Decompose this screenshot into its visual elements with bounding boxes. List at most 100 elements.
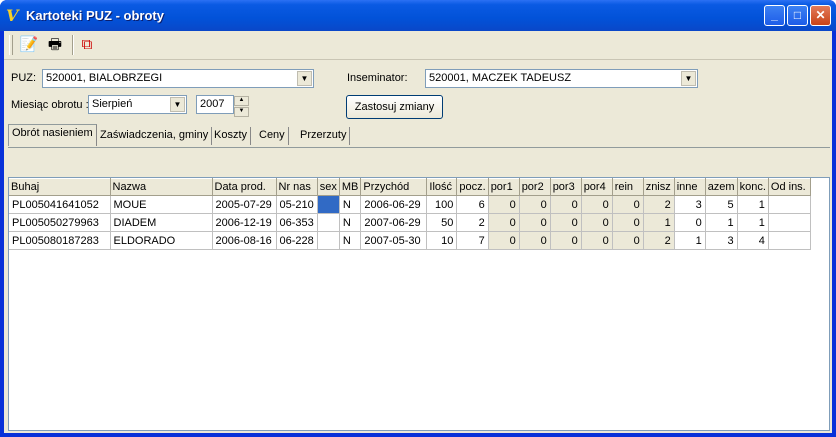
table-cell[interactable]: 0 (612, 195, 644, 214)
chevron-down-icon[interactable]: ▼ (170, 97, 185, 112)
chevron-down-icon[interactable]: ▼ (681, 71, 696, 86)
table-cell[interactable]: 0 (612, 231, 644, 250)
table-cell[interactable]: 0 (488, 231, 520, 250)
column-header[interactable]: sex (317, 178, 340, 196)
column-header[interactable]: znisz (643, 178, 675, 196)
table-cell[interactable] (317, 231, 340, 250)
table-cell[interactable]: 1 (705, 213, 738, 232)
tab-transfers[interactable]: Przerzuty (297, 127, 351, 145)
table-cell[interactable]: 0 (488, 195, 520, 214)
tab-prices[interactable]: Ceny (256, 127, 289, 145)
column-header[interactable]: inne (674, 178, 706, 196)
table-cell[interactable]: 2006-12-19 (212, 213, 277, 232)
column-header[interactable]: azem (705, 178, 738, 196)
column-header[interactable]: Przychód (360, 178, 428, 196)
tab-costs[interactable]: Koszty (211, 127, 252, 145)
minimize-button[interactable]: _ (764, 5, 785, 26)
column-header[interactable]: Ilość (426, 178, 458, 196)
table-cell[interactable]: 4 (737, 231, 769, 250)
column-header[interactable]: por3 (550, 178, 582, 196)
table-cell[interactable]: 0 (674, 213, 706, 232)
table-cell[interactable]: 3 (674, 195, 706, 214)
table-cell[interactable]: 6 (456, 195, 489, 214)
table-cell[interactable] (317, 195, 340, 214)
column-header[interactable]: por1 (488, 178, 520, 196)
table-cell[interactable]: 0 (550, 195, 582, 214)
table-cell[interactable]: N (339, 195, 362, 214)
column-header[interactable]: MB (339, 178, 362, 196)
table-cell[interactable]: PL005080187283 (9, 231, 111, 250)
table-cell[interactable]: 5 (705, 195, 738, 214)
table-cell[interactable]: PL005041641052 (9, 195, 111, 214)
tab-certificates[interactable]: Zaświadczenia, gminy (97, 127, 213, 145)
table-cell[interactable]: 2 (643, 231, 675, 250)
column-header[interactable]: Nazwa (110, 178, 213, 196)
table-cell[interactable]: 1 (674, 231, 706, 250)
table-cell[interactable]: DIADEM (110, 213, 213, 232)
table-row[interactable]: PL005050279963 DIADEM 2006-12-19 06-353 N 200… (9, 213, 811, 232)
table-cell[interactable]: N (339, 231, 362, 250)
table-cell[interactable]: 3 (705, 231, 738, 250)
spin-down-icon[interactable]: ▼ (234, 107, 249, 117)
tab-seed-turnover[interactable]: Obrót nasieniem (8, 124, 97, 146)
inseminator-select[interactable]: 520001, MACZEK TADEUSZ ▼ (425, 69, 698, 88)
column-header[interactable]: Nr nas (276, 178, 318, 196)
table-cell[interactable]: MOUE (110, 195, 213, 214)
data-grid[interactable]: Buhaj Nazwa Data prod. Nr nas sex MB Przychód I… (8, 177, 830, 431)
spin-up-icon[interactable]: ▲ (234, 96, 249, 106)
table-cell[interactable]: 7 (456, 231, 489, 250)
table-cell[interactable]: 0 (550, 213, 582, 232)
column-header[interactable]: por2 (519, 178, 551, 196)
table-cell[interactable]: 1 (643, 213, 675, 232)
table-cell[interactable]: 2 (456, 213, 489, 232)
table-cell[interactable]: 2005-07-29 (212, 195, 277, 214)
chevron-down-icon[interactable]: ▼ (297, 71, 312, 86)
year-spinner[interactable]: 2007 ▲ ▼ (196, 95, 249, 117)
title-bar[interactable]: V Kartoteki PUZ - obroty _ □ ✕ (0, 0, 836, 31)
table-cell[interactable]: 1 (737, 213, 769, 232)
puz-select[interactable]: 520001, BIALOBRZEGI ▼ (42, 69, 314, 88)
table-cell[interactable]: 0 (519, 195, 551, 214)
table-cell[interactable]: 2 (643, 195, 675, 214)
table-cell[interactable]: 0 (581, 231, 613, 250)
table-cell[interactable]: 100 (426, 195, 458, 214)
table-cell[interactable]: 0 (550, 231, 582, 250)
column-header[interactable]: rein (612, 178, 644, 196)
table-cell[interactable]: 0 (581, 195, 613, 214)
month-select[interactable]: Sierpień ▼ (88, 95, 187, 114)
table-row[interactable]: PL005041641052 MOUE 2005-07-29 05-210 N 2006-… (9, 195, 811, 214)
table-cell[interactable]: 2006-08-16 (212, 231, 277, 250)
edit-icon[interactable]: 📝 (18, 34, 40, 56)
column-header[interactable]: por4 (581, 178, 613, 196)
table-cell[interactable]: PL005050279963 (9, 213, 111, 232)
table-cell[interactable] (768, 213, 811, 232)
column-header[interactable]: konc. (737, 178, 769, 196)
print-icon[interactable]: 🖶 (44, 34, 66, 56)
table-cell[interactable]: 0 (519, 231, 551, 250)
column-header[interactable]: Data prod. (212, 178, 277, 196)
table-cell[interactable]: 0 (612, 213, 644, 232)
table-cell[interactable] (768, 195, 811, 214)
table-cell[interactable]: ELDORADO (110, 231, 213, 250)
table-cell[interactable]: 06-228 (276, 231, 318, 250)
close-window-icon[interactable]: ⧉ (76, 34, 98, 56)
table-cell[interactable] (317, 213, 340, 232)
table-cell[interactable]: 2007-05-30 (360, 231, 428, 250)
column-header[interactable]: pocz. (456, 178, 489, 196)
table-cell[interactable]: 2006-06-29 (360, 195, 428, 214)
table-cell[interactable]: 1 (737, 195, 769, 214)
table-row[interactable]: PL005080187283 ELDORADO 2006-08-16 06-228 N 2… (9, 231, 811, 250)
maximize-button[interactable]: □ (787, 5, 808, 26)
apply-changes-button[interactable]: Zastosuj zmiany (346, 95, 443, 119)
table-cell[interactable]: 10 (426, 231, 458, 250)
table-cell[interactable]: N (339, 213, 362, 232)
table-cell[interactable]: 0 (581, 213, 613, 232)
table-cell[interactable]: 05-210 (276, 195, 318, 214)
table-cell[interactable]: 0 (488, 213, 520, 232)
table-cell[interactable]: 0 (519, 213, 551, 232)
table-cell[interactable]: 06-353 (276, 213, 318, 232)
table-cell[interactable]: 2007-06-29 (360, 213, 428, 232)
table-cell[interactable] (768, 231, 811, 250)
close-button[interactable]: ✕ (810, 5, 831, 26)
column-header[interactable]: Od ins. (768, 178, 811, 196)
